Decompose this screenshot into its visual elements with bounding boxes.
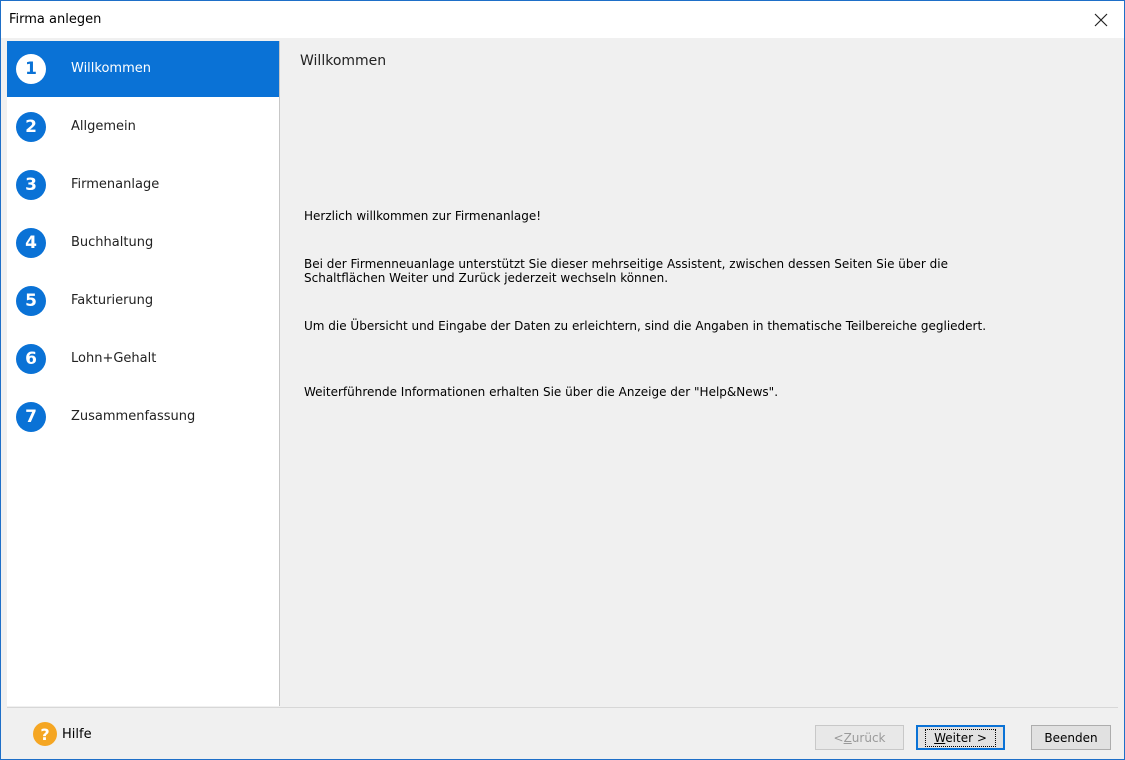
step-willkommen[interactable]: 1 Willkommen (7, 41, 279, 97)
step-label: Allgemein (71, 119, 136, 134)
back-button[interactable]: < Zurück (815, 725, 904, 750)
overview-text: Um die Übersicht und Eingabe der Daten z… (304, 319, 987, 333)
step-label: Firmenanlage (71, 177, 160, 192)
help-icon: ? (33, 722, 57, 746)
next-button-accelerator: W (934, 730, 946, 745)
step-buchhaltung[interactable]: 4 Buchhaltung (7, 215, 279, 271)
back-button-accelerator: Z (843, 730, 852, 745)
step-number-badge: 1 (16, 54, 46, 84)
assistant-description-text: Bei der Firmenneuanlage unterstützt Sie … (304, 257, 948, 285)
step-zusammenfassung[interactable]: 7 Zusammenfassung (7, 389, 279, 445)
step-label: Fakturierung (71, 293, 154, 308)
back-button-prefix: < (833, 730, 844, 745)
step-number-badge: 6 (16, 344, 46, 374)
content-panel: Willkommen Herzlich willkommen zur Firme… (280, 41, 1120, 706)
steps-sidebar: 1 Willkommen 2 Allgemein 3 Firmenanlage … (7, 41, 280, 706)
title-bar: Firma anlegen (1, 1, 1124, 38)
step-number-badge: 3 (16, 170, 46, 200)
exit-button[interactable]: Beenden (1031, 725, 1111, 750)
back-button-label: urück (851, 730, 886, 745)
step-allgemein[interactable]: 2 Allgemein (7, 99, 279, 155)
next-button-label: eiter > (945, 730, 987, 745)
step-label: Zusammenfassung (71, 409, 196, 424)
wizard-window: Firma anlegen 1 Willkommen 2 Allgemein 3… (0, 0, 1125, 760)
step-label: Lohn+Gehalt (71, 351, 157, 366)
step-number-badge: 2 (16, 112, 46, 142)
step-label: Willkommen (71, 61, 151, 76)
next-button[interactable]: Weiter > (916, 725, 1005, 750)
step-firmenanlage[interactable]: 3 Firmenanlage (7, 157, 279, 213)
step-lohn-gehalt[interactable]: 6 Lohn+Gehalt (7, 331, 279, 387)
further-info-text: Weiterführende Informationen erhalten Si… (304, 385, 779, 399)
close-icon (1094, 13, 1108, 26)
button-bar: ? Hilfe < Zurück Weiter > Beenden (7, 707, 1118, 758)
help-label: Hilfe (62, 726, 92, 742)
next-button-focus: Weiter > (925, 728, 996, 747)
welcome-text: Herzlich willkommen zur Firmenanlage! (304, 209, 542, 223)
help-button[interactable]: ? Hilfe (33, 722, 92, 746)
step-label: Buchhaltung (71, 235, 154, 250)
window-title: Firma anlegen (9, 12, 102, 27)
step-number-badge: 4 (16, 228, 46, 258)
step-number-badge: 5 (16, 286, 46, 316)
page-title: Willkommen (300, 53, 387, 69)
close-button[interactable] (1078, 1, 1124, 38)
step-number-badge: 7 (16, 402, 46, 432)
step-fakturierung[interactable]: 5 Fakturierung (7, 273, 279, 329)
